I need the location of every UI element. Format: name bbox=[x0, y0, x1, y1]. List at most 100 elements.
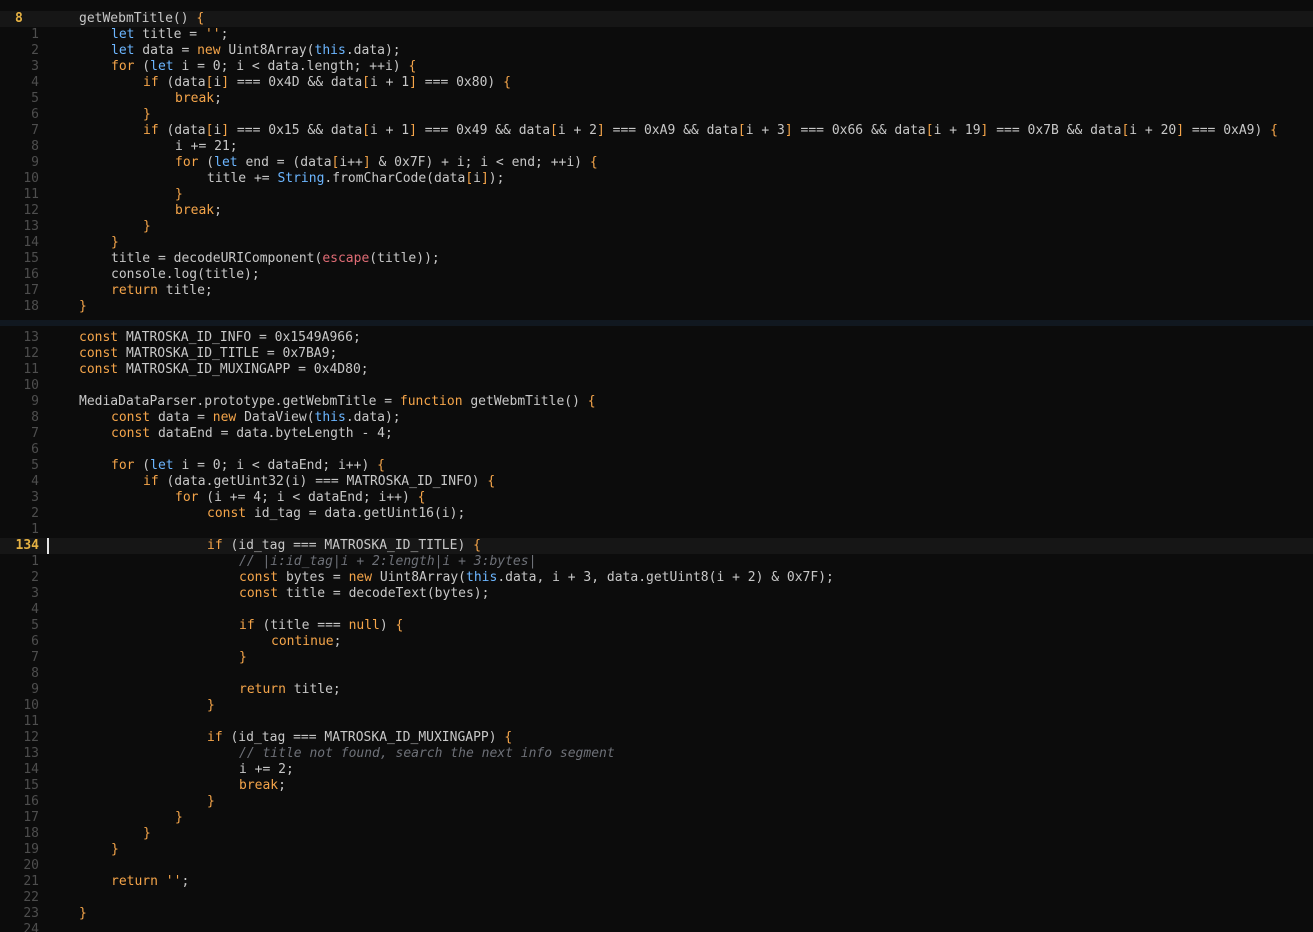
code-text[interactable]: // |i:id_tag|i + 2:length|i + 3:bytes| bbox=[47, 554, 536, 570]
code-line[interactable]: 16 console.log(title); bbox=[0, 267, 1313, 283]
code-text[interactable]: getWebmTitle() { bbox=[47, 11, 1313, 27]
code-line[interactable]: 18} bbox=[0, 299, 1313, 315]
code-text[interactable]: // title not found, search the next info… bbox=[47, 746, 615, 762]
code-text[interactable]: title = decodeURIComponent(escape(title)… bbox=[47, 251, 440, 267]
code-line[interactable]: 1 bbox=[0, 522, 1313, 538]
code-line[interactable]: 24 bbox=[0, 922, 1313, 932]
code-line[interactable]: 22 bbox=[0, 890, 1313, 906]
split-divider[interactable] bbox=[0, 315, 1313, 330]
code-line[interactable]: 6 continue; bbox=[0, 634, 1313, 650]
code-text[interactable]: i += 21; bbox=[47, 139, 238, 155]
code-text[interactable]: if (id_tag === MATROSKA_ID_MUXINGAPP) { bbox=[47, 730, 512, 746]
code-line[interactable]: 10 bbox=[0, 378, 1313, 394]
code-line[interactable]: 14 i += 2; bbox=[0, 762, 1313, 778]
code-text[interactable]: const MATROSKA_ID_TITLE = 0x7BA9; bbox=[47, 346, 337, 362]
code-line[interactable]: 18} bbox=[0, 826, 1313, 842]
code-line[interactable]: 11} bbox=[0, 187, 1313, 203]
code-text[interactable]: } bbox=[47, 650, 247, 666]
code-line[interactable]: 16} bbox=[0, 794, 1313, 810]
code-line[interactable]: 6} bbox=[0, 107, 1313, 123]
code-text[interactable]: return title; bbox=[47, 283, 213, 299]
code-line[interactable]: 5 for (let i = 0; i < dataEnd; i++) { bbox=[0, 458, 1313, 474]
code-text[interactable]: const MATROSKA_ID_INFO = 0x1549A966; bbox=[47, 330, 361, 346]
code-line[interactable]: 10 title += String.fromCharCode(data[i]); bbox=[0, 171, 1313, 187]
code-line[interactable]: 1 let title = ''; bbox=[0, 27, 1313, 43]
code-text[interactable]: break; bbox=[47, 778, 286, 794]
code-text[interactable]: const data = new DataView(this.data); bbox=[47, 410, 401, 426]
code-line[interactable]: 12 break; bbox=[0, 203, 1313, 219]
code-text[interactable]: if (id_tag === MATROSKA_ID_TITLE) { bbox=[47, 538, 1313, 554]
code-line[interactable]: 12 const MATROSKA_ID_TITLE = 0x7BA9; bbox=[0, 346, 1313, 362]
code-line[interactable]: 15 break; bbox=[0, 778, 1313, 794]
code-line[interactable]: 2 let data = new Uint8Array(this.data); bbox=[0, 43, 1313, 59]
code-line[interactable]: 3 const title = decodeText(bytes); bbox=[0, 586, 1313, 602]
code-line[interactable]: 21 return ''; bbox=[0, 874, 1313, 890]
code-text[interactable]: i += 2; bbox=[47, 762, 294, 778]
editor-pane-bottom[interactable]: 13 const MATROSKA_ID_INFO = 0x1549A966; 12… bbox=[0, 330, 1313, 932]
code-line[interactable]: 8 bbox=[0, 666, 1313, 682]
code-line[interactable]: 17 return title; bbox=[0, 283, 1313, 299]
code-text[interactable]: const title = decodeText(bytes); bbox=[47, 586, 489, 602]
code-text[interactable]: break; bbox=[47, 91, 222, 107]
current-code-line[interactable]: 8 getWebmTitle() { bbox=[0, 11, 1313, 27]
code-line[interactable]: 5 if (title === null) { bbox=[0, 618, 1313, 634]
code-text[interactable]: let data = new Uint8Array(this.data); bbox=[47, 43, 401, 59]
code-line[interactable]: 4 if (data[i] === 0x4D && data[i + 1] ===… bbox=[0, 75, 1313, 91]
code-text[interactable]: } bbox=[47, 826, 151, 842]
code-text[interactable]: if (title === null) { bbox=[47, 618, 403, 634]
code-line[interactable]: 1 // |i:id_tag|i + 2:length|i + 3:bytes| bbox=[0, 554, 1313, 570]
code-text[interactable]: const dataEnd = data.byteLength - 4; bbox=[47, 426, 393, 442]
code-line[interactable]: 6 bbox=[0, 442, 1313, 458]
code-text[interactable]: for (let i = 0; i < data.length; ++i) { bbox=[47, 59, 416, 75]
code-text[interactable]: } bbox=[47, 906, 87, 922]
code-line[interactable]: 5 break; bbox=[0, 91, 1313, 107]
code-text[interactable]: for (let end = (data[i++] & 0x7F) + i; i… bbox=[47, 155, 598, 171]
code-text[interactable]: const id_tag = data.getUint16(i); bbox=[47, 506, 465, 522]
code-line[interactable]: 13} bbox=[0, 219, 1313, 235]
code-text[interactable]: MediaDataParser.prototype.getWebmTitle =… bbox=[47, 394, 596, 410]
code-line[interactable]: 7 if (data[i] === 0x15 && data[i + 1] ===… bbox=[0, 123, 1313, 139]
code-text[interactable]: } bbox=[47, 107, 151, 123]
code-editor[interactable]: 8 getWebmTitle() {1 let title = ''; 2 let da… bbox=[0, 0, 1313, 932]
code-line[interactable]: 9 return title; bbox=[0, 682, 1313, 698]
code-text[interactable]: } bbox=[47, 235, 119, 251]
code-line[interactable]: 11 const MATROSKA_ID_MUXINGAPP = 0x4D80; bbox=[0, 362, 1313, 378]
code-line[interactable]: 2 const id_tag = data.getUint16(i); bbox=[0, 506, 1313, 522]
code-line[interactable]: 23} bbox=[0, 906, 1313, 922]
code-text[interactable]: if (data[i] === 0x15 && data[i + 1] === … bbox=[47, 123, 1278, 139]
code-text[interactable]: } bbox=[47, 810, 183, 826]
code-text[interactable]: if (data.getUint32(i) === MATROSKA_ID_IN… bbox=[47, 474, 495, 490]
code-text[interactable]: return ''; bbox=[47, 874, 189, 890]
code-line[interactable]: 10} bbox=[0, 698, 1313, 714]
code-text[interactable]: } bbox=[47, 187, 183, 203]
code-line[interactable]: 8 const data = new DataView(this.data); bbox=[0, 410, 1313, 426]
code-line[interactable]: 15 title = decodeURIComponent(escape(titl… bbox=[0, 251, 1313, 267]
current-code-line[interactable]: 134 if (id_tag === MATROSKA_ID_TITLE) { bbox=[0, 538, 1313, 554]
code-line[interactable]: 4 if (data.getUint32(i) === MATROSKA_ID_I… bbox=[0, 474, 1313, 490]
code-text[interactable]: title += String.fromCharCode(data[i]); bbox=[47, 171, 504, 187]
code-text[interactable]: for (i += 4; i < dataEnd; i++) { bbox=[47, 490, 425, 506]
code-text[interactable]: } bbox=[47, 698, 215, 714]
code-text[interactable]: } bbox=[47, 219, 151, 235]
code-text[interactable]: let title = ''; bbox=[47, 27, 228, 43]
code-line[interactable]: 7 const dataEnd = data.byteLength - 4; bbox=[0, 426, 1313, 442]
code-text[interactable]: for (let i = 0; i < dataEnd; i++) { bbox=[47, 458, 385, 474]
code-line[interactable]: 19} bbox=[0, 842, 1313, 858]
code-line[interactable]: 2 const bytes = new Uint8Array(this.data,… bbox=[0, 570, 1313, 586]
code-line[interactable]: 20 bbox=[0, 858, 1313, 874]
code-text[interactable]: break; bbox=[47, 203, 222, 219]
code-line[interactable]: 13 // title not found, search the next in… bbox=[0, 746, 1313, 762]
code-line[interactable]: 9 MediaDataParser.prototype.getWebmTitle … bbox=[0, 394, 1313, 410]
code-line[interactable]: 13 const MATROSKA_ID_INFO = 0x1549A966; bbox=[0, 330, 1313, 346]
code-line[interactable]: 12 if (id_tag === MATROSKA_ID_MUXINGAPP) … bbox=[0, 730, 1313, 746]
code-line[interactable]: 3 for (let i = 0; i < data.length; ++i) { bbox=[0, 59, 1313, 75]
code-line[interactable]: 9 for (let end = (data[i++] & 0x7F) + i; … bbox=[0, 155, 1313, 171]
code-text[interactable]: continue; bbox=[47, 634, 341, 650]
code-text[interactable]: const MATROSKA_ID_MUXINGAPP = 0x4D80; bbox=[47, 362, 369, 378]
code-line[interactable]: 17} bbox=[0, 810, 1313, 826]
code-line[interactable]: 7} bbox=[0, 650, 1313, 666]
code-line[interactable]: 3 for (i += 4; i < dataEnd; i++) { bbox=[0, 490, 1313, 506]
code-line[interactable]: 8 i += 21; bbox=[0, 139, 1313, 155]
code-text[interactable]: } bbox=[47, 842, 119, 858]
code-text[interactable]: const bytes = new Uint8Array(this.data, … bbox=[47, 570, 834, 586]
